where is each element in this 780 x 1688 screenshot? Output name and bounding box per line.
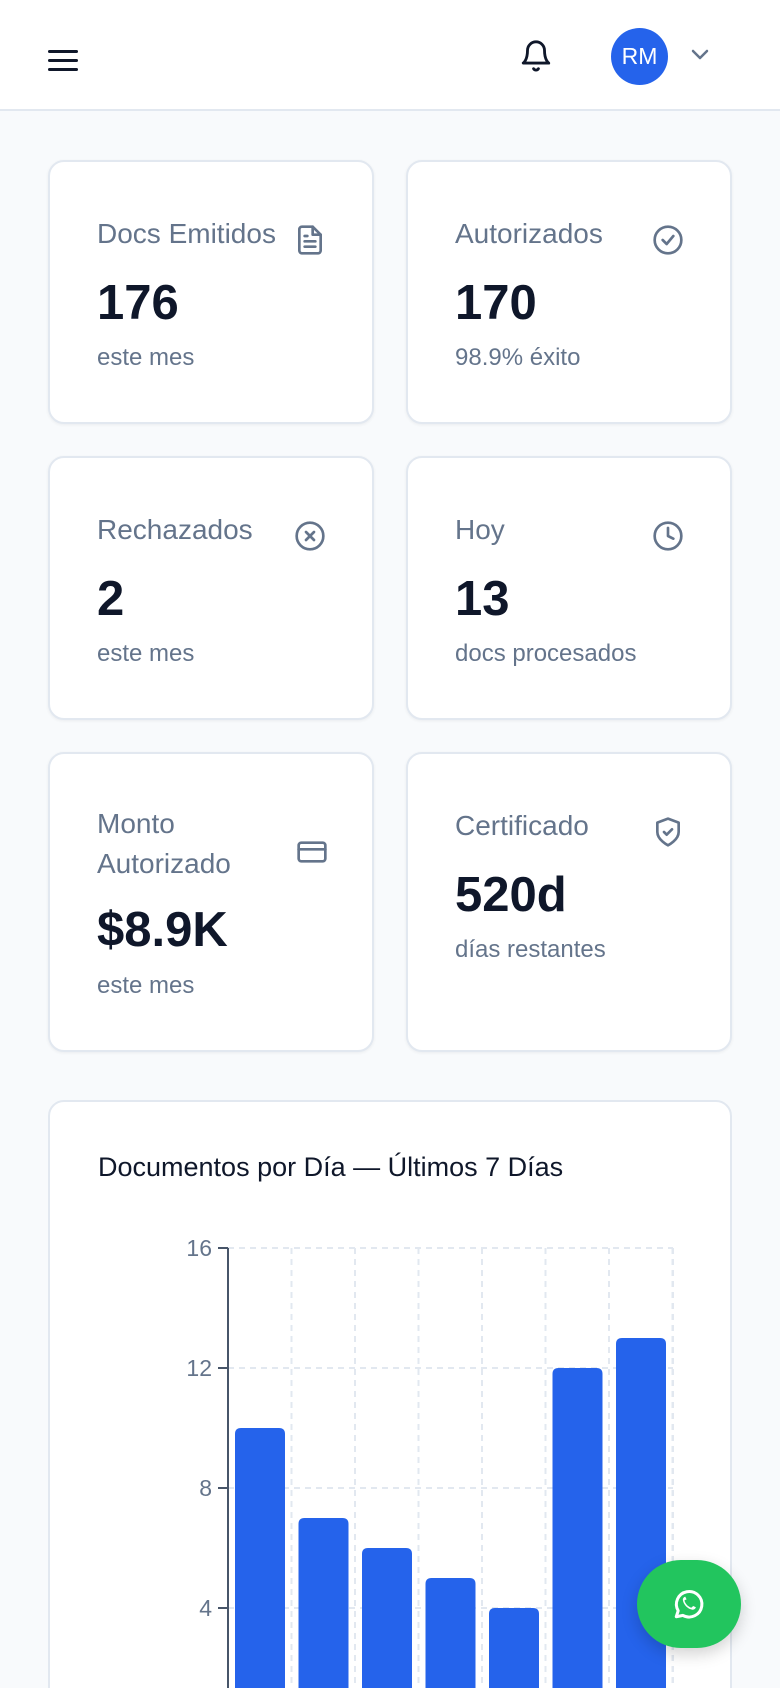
chevron-down-icon[interactable]	[688, 45, 712, 65]
card-label: Rechazados	[97, 514, 253, 545]
stat-card-docs-emitidos: Docs Emitidos 176 este mes	[48, 160, 374, 424]
card-label: Monto Autorizado	[97, 808, 231, 879]
whatsapp-button[interactable]	[637, 1560, 741, 1648]
card-subtext: este mes	[97, 344, 195, 371]
bar	[552, 1368, 603, 1688]
stat-card-certificado: Certificado 520d días restantes	[406, 752, 732, 1052]
menu-icon[interactable]	[48, 50, 78, 74]
card-value: 520d	[455, 868, 567, 922]
card-label: Autorizados	[455, 218, 603, 249]
whatsapp-icon	[674, 1590, 704, 1619]
chart-title: Documentos por Día — Últimos 7 Días	[98, 1152, 564, 1182]
stat-card-monto-autorizado: Monto Autorizado $8.9K este mes	[48, 752, 374, 1052]
avatar[interactable]: RM	[611, 28, 668, 85]
bar-chart: 4 8 12 16	[186, 1235, 674, 1688]
bar	[298, 1518, 349, 1688]
card-subtext: 98.9% éxito	[455, 344, 581, 371]
bar	[362, 1548, 412, 1688]
credit-card-icon	[297, 841, 327, 863]
card-subtext: docs procesados	[455, 640, 637, 667]
bell-icon[interactable]	[519, 37, 553, 75]
stat-card-rechazados: Rechazados 2 este mes	[48, 456, 374, 720]
card-value: 176	[97, 276, 179, 330]
x-circle-icon	[295, 521, 325, 551]
card-label: Certificado	[455, 810, 589, 841]
y-tick-label: 12	[186, 1355, 212, 1381]
card-subtext: este mes	[97, 640, 195, 667]
document-icon	[298, 225, 322, 255]
bar	[489, 1608, 539, 1688]
card-value: 13	[455, 572, 510, 626]
y-tick-label: 4	[199, 1595, 212, 1621]
stat-card-hoy: Hoy 13 docs procesados	[406, 456, 732, 720]
card-label: Docs Emitidos	[97, 218, 276, 249]
bar	[425, 1578, 476, 1688]
check-circle-icon	[653, 225, 683, 255]
y-tick-label: 8	[199, 1475, 212, 1501]
stat-card-autorizados: Autorizados 170 98.9% éxito	[406, 160, 732, 424]
card-subtext: días restantes	[455, 936, 606, 963]
card-value: 2	[97, 572, 125, 626]
card-value: $8.9K	[97, 903, 228, 957]
y-tick-label: 16	[186, 1235, 212, 1261]
bar	[235, 1428, 285, 1688]
card-label: Hoy	[455, 514, 505, 545]
clock-icon	[653, 521, 683, 551]
top-header: RM	[0, 0, 780, 111]
card-value: 170	[455, 276, 537, 330]
shield-check-icon	[656, 817, 680, 847]
card-subtext: este mes	[97, 972, 195, 999]
